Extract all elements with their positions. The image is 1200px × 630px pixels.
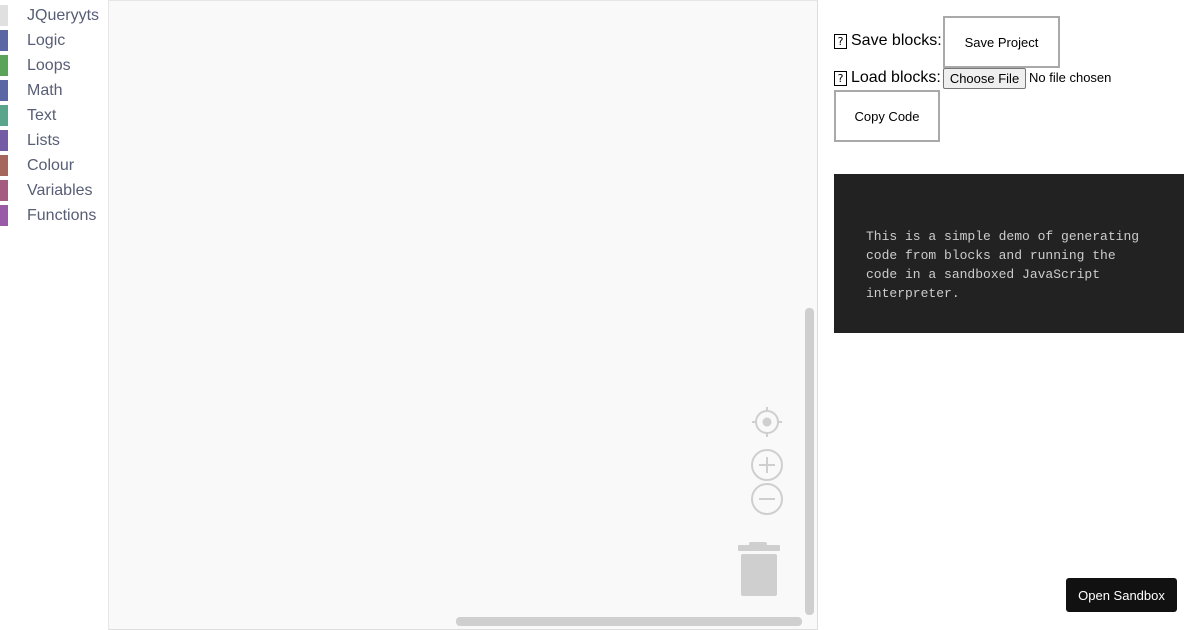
load-blocks-row: ? Load blocks: [834,69,941,87]
category-colour[interactable]: Colour [0,153,108,178]
save-blocks-label: Save blocks: [851,32,942,49]
save-project-button[interactable]: Save Project [943,16,1060,68]
copy-code-button[interactable]: Copy Code [834,90,940,142]
blockly-app: JQueryyts Logic Loops Math Text Lists Co… [0,0,1200,630]
control-panel: ? Save blocks: Save Project ? Load block… [818,0,1200,630]
recenter-icon[interactable] [751,406,783,438]
category-functions[interactable]: Functions [0,203,108,228]
category-label: Math [27,81,63,99]
category-label: JQueryyts [27,6,100,24]
category-color-swatch [0,80,8,101]
category-color-swatch [0,105,8,126]
category-label: Text [27,106,57,124]
category-label: Loops [27,56,71,74]
category-color-swatch [0,130,8,151]
category-label: Colour [27,156,75,174]
vertical-scrollbar[interactable] [805,308,814,615]
category-color-swatch [0,180,8,201]
missing-glyph-icon: ? [834,33,847,49]
category-label: Functions [27,206,97,224]
category-lists[interactable]: Lists [0,128,108,153]
choose-file-button[interactable]: Choose File [943,68,1026,89]
category-color-swatch [0,205,8,226]
toolbox: JQueryyts Logic Loops Math Text Lists Co… [0,0,109,630]
category-text[interactable]: Text [0,103,108,128]
category-color-swatch [0,30,8,51]
output-console: This is a simple demo of generating code… [834,174,1184,333]
zoom-in-icon[interactable] [751,449,783,481]
category-jqueryyts[interactable]: JQueryyts [0,3,108,28]
missing-glyph-icon: ? [834,70,847,86]
category-color-swatch [0,55,8,76]
open-sandbox-button[interactable]: Open Sandbox [1066,578,1177,612]
blocks-workspace[interactable] [109,0,818,630]
category-color-swatch [0,155,8,176]
zoom-out-icon[interactable] [751,483,783,515]
category-math[interactable]: Math [0,78,108,103]
category-logic[interactable]: Logic [0,28,108,53]
category-color-swatch [0,5,8,26]
load-blocks-label: Load blocks: [851,69,941,86]
horizontal-scrollbar[interactable] [456,617,802,626]
trash-icon[interactable] [737,542,781,597]
category-label: Logic [27,31,66,49]
category-label: Lists [27,131,60,149]
save-blocks-row: ? Save blocks: [834,32,942,50]
category-variables[interactable]: Variables [0,178,108,203]
category-label: Variables [27,181,93,199]
category-loops[interactable]: Loops [0,53,108,78]
file-status-text: No file chosen [1029,70,1112,85]
